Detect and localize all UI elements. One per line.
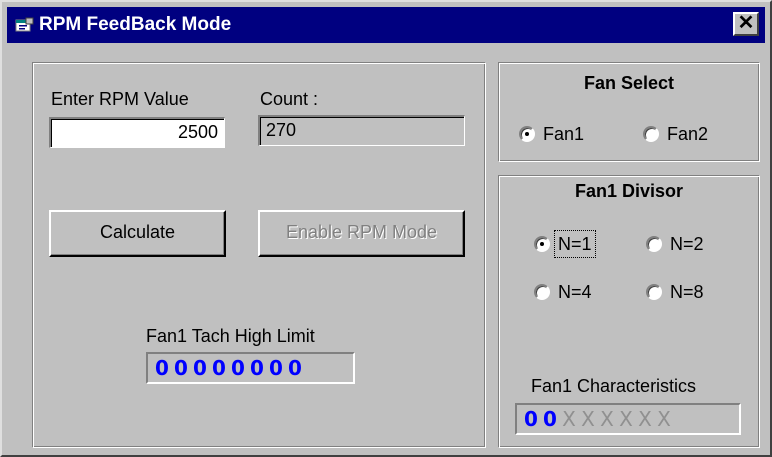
radio-circle[interactable] xyxy=(646,284,662,300)
app-icon xyxy=(15,17,34,32)
radio-circle[interactable] xyxy=(534,236,550,252)
fan-characteristics-display: 00XXXXXX xyxy=(515,403,741,435)
digit-cell: 0 xyxy=(174,356,189,380)
tach-high-limit-display: 00000000 xyxy=(146,352,355,384)
rpm-settings-panel: Enter RPM Value 2500 Count : 270 Calcula… xyxy=(32,62,486,448)
radio-label[interactable]: Fan2 xyxy=(667,122,708,146)
radio-label[interactable]: N=1 xyxy=(554,230,596,258)
close-icon: ✕ xyxy=(737,12,755,34)
digit-cell: X xyxy=(600,407,615,431)
digit-cell: X xyxy=(562,407,577,431)
digit-cell: X xyxy=(581,407,596,431)
calculate-button[interactable]: Calculate xyxy=(49,210,226,257)
fan-divisor-title: Fan1 Divisor xyxy=(574,181,684,201)
fan-characteristics-label: Fan1 Characteristics xyxy=(531,376,697,396)
title-bar[interactable]: RPM FeedBack Mode ✕ xyxy=(7,7,765,43)
radio-selected-dot xyxy=(540,242,544,246)
close-button[interactable]: ✕ xyxy=(733,12,759,36)
digit-cell: 0 xyxy=(212,356,227,380)
digit-cell: X xyxy=(619,407,634,431)
fan-divisor-panel: Fan1 Divisor N=1 N=2 N=4 N=8 Fan1 Charac… xyxy=(498,175,760,448)
count-display: 270 xyxy=(258,115,465,146)
digit-cell: 0 xyxy=(269,356,284,380)
digit-cell: X xyxy=(657,407,672,431)
digit-cell: 0 xyxy=(543,407,558,431)
digit-cell: 0 xyxy=(193,356,208,380)
enable-rpm-mode-button[interactable]: Enable RPM Mode xyxy=(258,210,465,257)
window-title: RPM FeedBack Mode xyxy=(39,14,232,35)
radio-label[interactable]: N=4 xyxy=(558,280,592,304)
radio-circle[interactable] xyxy=(534,284,550,300)
radio-circle[interactable] xyxy=(646,236,662,252)
radio-label[interactable]: Fan1 xyxy=(543,122,584,146)
radio-label[interactable]: N=2 xyxy=(670,232,704,256)
rpm-value-input[interactable]: 2500 xyxy=(49,117,225,148)
rpm-feedback-window: RPM FeedBack Mode ✕ Enter RPM Value 2500… xyxy=(0,0,772,457)
digit-cell: 0 xyxy=(288,356,303,380)
rpm-value-label: Enter RPM Value xyxy=(51,89,189,109)
radio-selected-dot xyxy=(525,132,529,136)
tach-high-limit-label: Fan1 Tach High Limit xyxy=(146,326,315,346)
digit-cell: 0 xyxy=(231,356,246,380)
digit-cell: 0 xyxy=(524,407,539,431)
fan-select-title: Fan Select xyxy=(583,73,675,93)
count-label: Count : xyxy=(260,89,319,109)
digit-cell: X xyxy=(638,407,653,431)
radio-circle[interactable] xyxy=(519,126,535,142)
digit-cell: 0 xyxy=(250,356,265,380)
radio-label[interactable]: N=8 xyxy=(670,280,704,304)
radio-circle[interactable] xyxy=(643,126,659,142)
fan-select-panel: Fan Select Fan1 Fan2 xyxy=(498,62,760,162)
digit-cell: 0 xyxy=(155,356,170,380)
